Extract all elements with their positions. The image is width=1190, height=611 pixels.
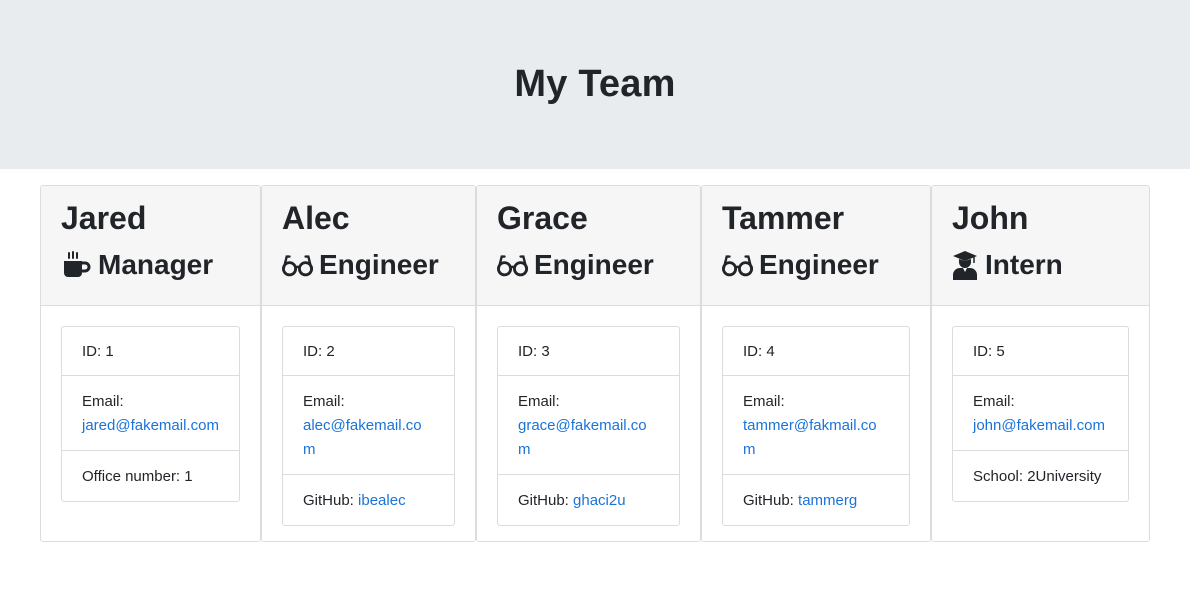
employee-card-grace: Grace Engineer ID: 3 Email: grace@fakema… (476, 185, 701, 542)
employee-email-item: Email: alec@fakemail.com (283, 376, 454, 475)
employee-id: ID: 3 (498, 327, 679, 376)
github-link[interactable]: tammerg (798, 492, 857, 509)
email-label: Email: (973, 393, 1015, 410)
employee-id: ID: 2 (283, 327, 454, 376)
card-body: ID: 3 Email: grace@fakemail.com GitHub: … (477, 306, 700, 541)
employee-card-jared: Jared Manager ID: 1 Email: jared@fakemai… (40, 185, 261, 542)
employee-card-john: John Intern ID: 5 Email: john@fakemail.c… (931, 185, 1150, 542)
card-header: Jared Manager (41, 186, 260, 306)
school-label: School: 2University (973, 468, 1102, 485)
employee-name: Jared (61, 200, 147, 236)
employee-details-list: ID: 5 Email: john@fakemail.com School: 2… (952, 326, 1129, 502)
role-label: Manager (98, 249, 214, 280)
employee-role: Manager (61, 248, 260, 282)
employee-details-list: ID: 3 Email: grace@fakemail.com GitHub: … (497, 326, 680, 526)
card-header: Tammer Engineer (702, 186, 930, 306)
card-body: ID: 1 Email: jared@fakemail.com Office n… (41, 306, 260, 522)
email-label: Email: (518, 393, 560, 410)
employee-email-item: Email: grace@fakemail.com (498, 376, 679, 475)
card-body: ID: 5 Email: john@fakemail.com School: 2… (932, 306, 1149, 522)
school-item: School: 2University (953, 451, 1128, 501)
email-label: Email: (303, 393, 345, 410)
employee-name: Tammer (722, 200, 845, 236)
card-header: Alec Engineer (262, 186, 475, 306)
glasses-icon (497, 250, 529, 280)
github-item: GitHub: ghaci2u (498, 475, 679, 525)
employee-role: Engineer (282, 248, 475, 282)
email-link[interactable]: grace@fakemail.com (518, 417, 647, 458)
card-body: ID: 4 Email: tammer@fakmail.com GitHub: … (702, 306, 930, 541)
github-item: GitHub: ibealec (283, 475, 454, 525)
graduate-icon (952, 250, 980, 280)
office-number-label: Office number: 1 (82, 468, 193, 485)
github-label: GitHub: (303, 492, 359, 509)
employee-name: Alec (282, 200, 350, 236)
email-link[interactable]: alec@fakemail.com (303, 417, 422, 458)
mug-icon (61, 250, 93, 280)
role-label: Engineer (759, 249, 879, 280)
github-label: GitHub: (743, 492, 799, 509)
employee-card-tammer: Tammer Engineer ID: 4 Email: tammer@fakm… (701, 185, 931, 542)
page-title: My Team (514, 63, 676, 105)
glasses-icon (722, 250, 754, 280)
card-header: John Intern (932, 186, 1149, 306)
employee-role: Intern (952, 248, 1149, 282)
employee-id: ID: 4 (723, 327, 909, 376)
email-link[interactable]: john@fakemail.com (973, 417, 1105, 434)
employee-details-list: ID: 2 Email: alec@fakemail.com GitHub: i… (282, 326, 455, 526)
email-link[interactable]: jared@fakemail.com (82, 417, 219, 434)
employee-details-list: ID: 1 Email: jared@fakemail.com Office n… (61, 326, 240, 502)
github-link[interactable]: ghaci2u (573, 492, 626, 509)
page-header: My Team (0, 0, 1190, 169)
employee-role: Engineer (497, 248, 700, 282)
github-label: GitHub: (518, 492, 574, 509)
role-label: Engineer (319, 249, 439, 280)
employee-email-item: Email: tammer@fakmail.com (723, 376, 909, 475)
employee-role: Engineer (722, 248, 930, 282)
employee-email-item: Email: jared@fakemail.com (62, 376, 239, 451)
card-body: ID: 2 Email: alec@fakemail.com GitHub: i… (262, 306, 475, 541)
card-header: Grace Engineer (477, 186, 700, 306)
email-label: Email: (743, 393, 785, 410)
role-label: Engineer (534, 249, 654, 280)
employee-details-list: ID: 4 Email: tammer@fakmail.com GitHub: … (722, 326, 910, 526)
glasses-icon (282, 250, 314, 280)
github-item: GitHub: tammerg (723, 475, 909, 525)
employee-id: ID: 5 (953, 327, 1128, 376)
role-label: Intern (985, 249, 1063, 280)
employee-email-item: Email: john@fakemail.com (953, 376, 1128, 451)
employee-name: Grace (497, 200, 588, 236)
email-label: Email: (82, 393, 124, 410)
employee-card-alec: Alec Engineer ID: 2 Email: alec@fakemail… (261, 185, 476, 542)
email-link[interactable]: tammer@fakmail.com (743, 417, 877, 458)
employee-id: ID: 1 (62, 327, 239, 376)
employee-name: John (952, 200, 1029, 236)
office-number: Office number: 1 (62, 451, 239, 501)
github-link[interactable]: ibealec (358, 492, 406, 509)
